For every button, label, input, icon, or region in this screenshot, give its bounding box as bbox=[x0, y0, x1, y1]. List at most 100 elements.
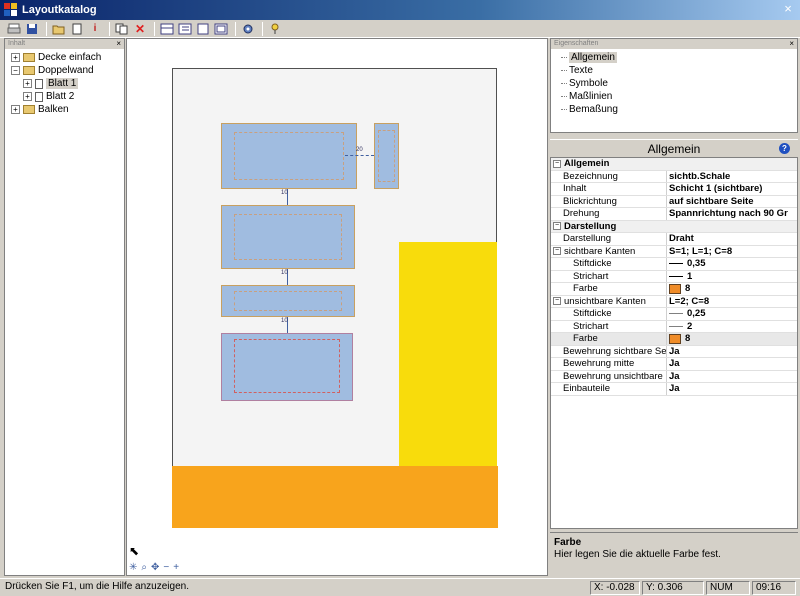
property-value[interactable]: 0,35 bbox=[687, 258, 706, 269]
property-value[interactable]: Draht bbox=[667, 233, 797, 245]
property-value[interactable]: Spannrichtung nach 90 Gr bbox=[667, 208, 797, 220]
property-name: Bezeichnung bbox=[551, 170, 667, 182]
property-value[interactable]: L=2; C=8 bbox=[667, 296, 797, 308]
property-value[interactable]: 0,25 bbox=[687, 308, 706, 319]
property-value[interactable]: Ja bbox=[667, 383, 797, 395]
property-row[interactable]: Drehung Spannrichtung nach 90 Gr bbox=[551, 208, 797, 221]
collapse-icon[interactable]: − bbox=[553, 159, 561, 168]
pan-icon[interactable]: ✥ bbox=[151, 562, 159, 573]
property-name: Drehung bbox=[551, 208, 667, 220]
color-swatch-icon[interactable] bbox=[669, 333, 681, 344]
close-window-button[interactable]: × bbox=[780, 2, 796, 16]
collapse-icon[interactable]: − bbox=[553, 297, 561, 306]
dimension-label: 10 bbox=[281, 270, 288, 276]
description-text: Hier legen Sie die aktuelle Farbe fest. bbox=[554, 549, 721, 560]
property-row[interactable]: Inhalt Schicht 1 (sichtbare) bbox=[551, 183, 797, 196]
collapse-icon[interactable]: − bbox=[553, 222, 561, 231]
tree-item-blatt-1[interactable]: + Blatt 1 bbox=[11, 77, 124, 90]
delete-icon[interactable]: ✕ bbox=[132, 22, 148, 36]
expand-icon[interactable]: + bbox=[23, 92, 32, 101]
close-icon[interactable]: × bbox=[116, 39, 121, 49]
color-swatch-icon[interactable] bbox=[669, 283, 681, 294]
frame-alt-icon[interactable] bbox=[213, 22, 229, 36]
copy-icon[interactable] bbox=[114, 22, 130, 36]
property-row[interactable]: Stiftdicke 0,35 bbox=[551, 258, 797, 271]
property-row[interactable]: Bewehrung unsichtbare S Ja bbox=[551, 370, 797, 383]
property-row-sichtbare-kanten[interactable]: − sichtbare Kanten S=1; L=1; C=8 bbox=[551, 245, 797, 258]
open-folder-icon[interactable] bbox=[51, 22, 67, 36]
property-name: Inhalt bbox=[551, 183, 667, 195]
layout-list-icon[interactable] bbox=[177, 22, 193, 36]
panel-element[interactable] bbox=[374, 123, 399, 189]
property-row[interactable]: Bewehrung mitte Ja bbox=[551, 358, 797, 371]
property-row[interactable]: Blickrichtung auf sichtbare Seite bbox=[551, 195, 797, 208]
frame-icon[interactable] bbox=[195, 22, 211, 36]
zoom-icon[interactable]: ⌕ bbox=[141, 562, 147, 573]
orange-slab-element[interactable] bbox=[172, 466, 498, 528]
property-name: unsichtbare Kanten bbox=[564, 295, 646, 307]
tree-item-blatt-2[interactable]: + Blatt 2 bbox=[11, 90, 124, 103]
collapse-icon[interactable]: − bbox=[553, 247, 561, 256]
print-icon[interactable] bbox=[6, 22, 22, 36]
property-value[interactable]: Ja bbox=[667, 371, 797, 383]
panel-element[interactable] bbox=[221, 123, 357, 189]
panel-element[interactable] bbox=[221, 205, 355, 269]
yellow-wall-element[interactable] bbox=[399, 242, 497, 467]
property-value[interactable]: sichtb.Schale bbox=[667, 171, 797, 183]
category-allgemein[interactable]: Allgemein bbox=[561, 51, 797, 64]
zoom-in-icon[interactable]: + bbox=[173, 562, 179, 573]
property-row[interactable]: Farbe 8 bbox=[551, 283, 797, 296]
property-row[interactable]: Bewehrung sichtbare Se Ja bbox=[551, 345, 797, 358]
section-row-darstellung[interactable]: − Darstellung bbox=[551, 220, 797, 233]
property-value[interactable]: S=1; L=1; C=8 bbox=[667, 246, 797, 258]
layout-canvas[interactable]: 20 10 10 10 ⬉ ✳ ⌕ ✥ − + bbox=[126, 38, 548, 576]
property-value[interactable]: Schicht 1 (sichtbare) bbox=[667, 183, 797, 195]
help-icon[interactable]: ? bbox=[779, 143, 790, 154]
status-bar: Drücken Sie F1, um die Hilfe anzuzeigen.… bbox=[0, 578, 800, 596]
new-document-icon[interactable] bbox=[69, 22, 85, 36]
property-row[interactable]: Einbauteile Ja bbox=[551, 383, 797, 396]
property-value[interactable]: 1 bbox=[687, 271, 692, 282]
tree-item-decke-einfach[interactable]: + Decke einfach bbox=[11, 51, 124, 64]
tree-item-balken[interactable]: + Balken bbox=[11, 103, 124, 116]
folder-open-icon bbox=[23, 66, 35, 75]
category-masslinien[interactable]: Maßlinien bbox=[561, 90, 797, 103]
expand-icon[interactable]: + bbox=[23, 79, 32, 88]
property-value[interactable]: 8 bbox=[685, 283, 690, 294]
section-row-allgemein[interactable]: − Allgemein bbox=[551, 158, 797, 171]
expand-icon[interactable]: + bbox=[11, 105, 20, 114]
save-icon[interactable] bbox=[24, 22, 40, 36]
zoom-out-icon[interactable]: − bbox=[163, 562, 169, 573]
property-row-unsichtbare-kanten[interactable]: − unsichtbare Kanten L=2; C=8 bbox=[551, 295, 797, 308]
layout-grid-icon[interactable] bbox=[159, 22, 175, 36]
panel-element[interactable] bbox=[221, 285, 355, 317]
select-all-icon[interactable]: ✳ bbox=[129, 562, 137, 573]
property-value[interactable]: auf sichtbare Seite bbox=[667, 196, 797, 208]
tree-item-doppelwand[interactable]: − Doppelwand bbox=[11, 64, 124, 77]
property-name: Darstellung bbox=[551, 233, 667, 245]
help-pin-icon[interactable] bbox=[267, 22, 283, 36]
panel-element[interactable] bbox=[221, 333, 353, 401]
property-name: Farbe bbox=[551, 333, 667, 345]
layout-sheet[interactable]: 20 10 10 10 bbox=[172, 68, 498, 528]
property-row[interactable]: Bezeichnung sichtb.Schale bbox=[551, 170, 797, 183]
property-value[interactable]: 2 bbox=[687, 321, 692, 332]
category-bemassung[interactable]: Bemaßung bbox=[561, 103, 797, 116]
property-value[interactable]: Ja bbox=[667, 358, 797, 370]
category-texte[interactable]: Texte bbox=[561, 64, 797, 77]
close-icon[interactable]: × bbox=[789, 39, 794, 49]
info-icon[interactable]: i bbox=[87, 22, 103, 36]
property-value[interactable]: 8 bbox=[685, 333, 690, 344]
property-row[interactable]: Stiftdicke 0,25 bbox=[551, 308, 797, 321]
property-row[interactable]: Darstellung Draht bbox=[551, 233, 797, 246]
property-value[interactable]: Ja bbox=[667, 346, 797, 358]
category-symbole[interactable]: Symbole bbox=[561, 77, 797, 90]
collapse-icon[interactable]: − bbox=[11, 66, 20, 75]
property-grid-title: Allgemein bbox=[647, 141, 701, 156]
property-row[interactable]: Strichart 2 bbox=[551, 320, 797, 333]
expand-icon[interactable]: + bbox=[11, 53, 20, 62]
property-row[interactable]: Strichart 1 bbox=[551, 270, 797, 283]
settings-gear-icon[interactable] bbox=[240, 22, 256, 36]
property-row-selected[interactable]: Farbe 8 bbox=[551, 333, 797, 346]
mouse-cursor-icon: ⬉ bbox=[129, 544, 140, 558]
